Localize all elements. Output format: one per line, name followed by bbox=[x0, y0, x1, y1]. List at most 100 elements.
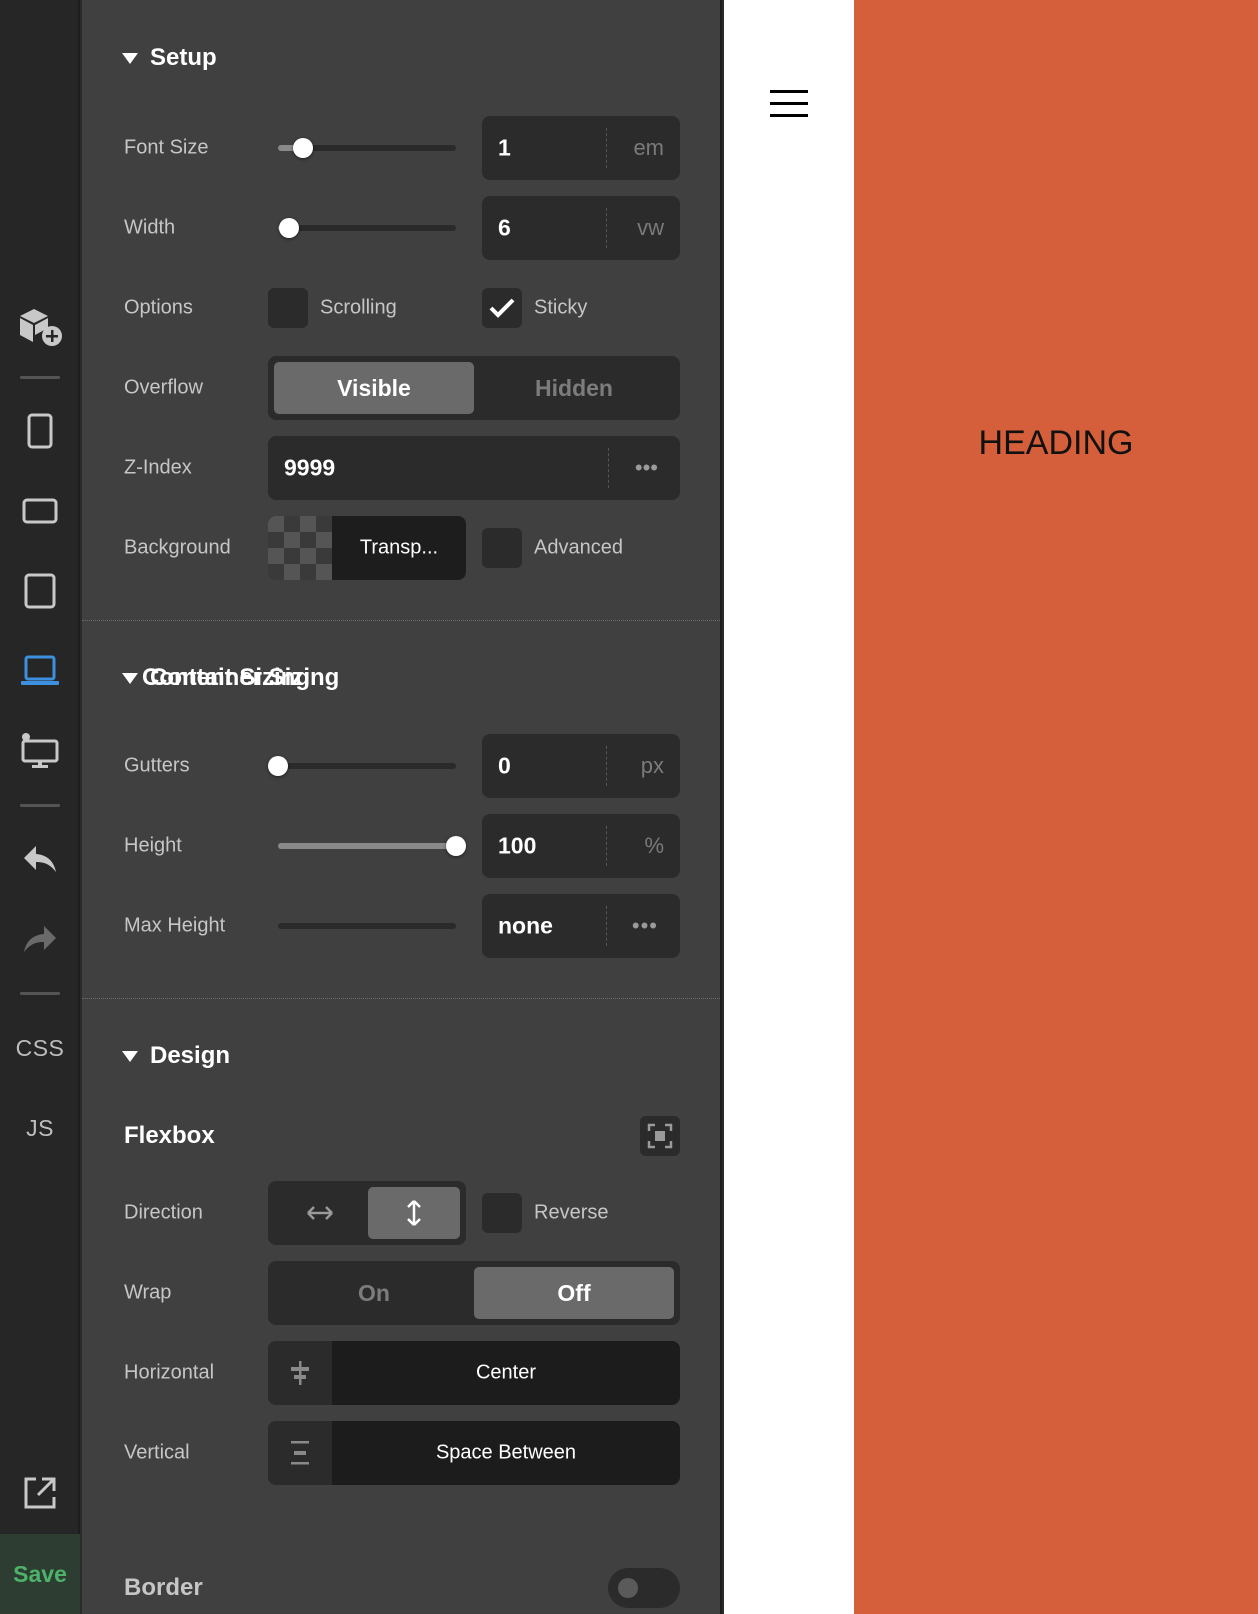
js-button[interactable]: JS bbox=[0, 1098, 80, 1158]
save-button[interactable]: Save bbox=[0, 1534, 80, 1614]
flexbox-focus-button[interactable] bbox=[640, 1116, 680, 1156]
gutters-field[interactable]: 0 px bbox=[482, 734, 680, 798]
undo-icon bbox=[24, 846, 56, 872]
phone-landscape-icon bbox=[22, 498, 58, 524]
toggle-knob bbox=[618, 1578, 638, 1598]
css-label: CSS bbox=[15, 1034, 65, 1061]
gutters-unit[interactable]: px bbox=[641, 753, 664, 779]
open-external-button[interactable] bbox=[0, 1463, 80, 1523]
slider-thumb[interactable] bbox=[292, 138, 313, 158]
wrap-off-option[interactable]: Off bbox=[474, 1267, 674, 1319]
add-block-button[interactable] bbox=[0, 296, 80, 356]
wrap-segmented-control: On Off bbox=[268, 1261, 680, 1325]
wrap-label: Wrap bbox=[124, 1281, 172, 1304]
container-sizing-section-header[interactable]: Content Sizing Container Sizing bbox=[122, 664, 339, 692]
font-size-label: Font Size bbox=[124, 136, 209, 159]
external-link-icon bbox=[24, 1477, 56, 1509]
advanced-checkbox[interactable] bbox=[482, 528, 522, 568]
direction-horizontal-option[interactable] bbox=[274, 1187, 366, 1239]
vertical-arrows-icon bbox=[407, 1200, 421, 1226]
css-button[interactable]: CSS bbox=[0, 1018, 80, 1078]
menu-bar bbox=[770, 114, 808, 117]
hamburger-menu-icon[interactable] bbox=[770, 88, 808, 120]
border-label: Border bbox=[124, 1574, 203, 1601]
add-block-icon bbox=[20, 309, 62, 346]
toolbar-separator bbox=[20, 992, 60, 995]
caret-down-icon bbox=[122, 1050, 138, 1062]
checkmark-icon bbox=[489, 298, 515, 318]
field-separator bbox=[606, 128, 607, 168]
laptop-view-button[interactable] bbox=[0, 641, 80, 701]
width-field[interactable]: 6 vw bbox=[482, 196, 680, 260]
slider-thumb[interactable] bbox=[278, 218, 299, 238]
sticky-checkbox[interactable] bbox=[482, 288, 522, 328]
height-unit[interactable]: % bbox=[644, 833, 664, 859]
background-label: Background bbox=[124, 536, 231, 559]
flexbox-heading: Flexbox bbox=[124, 1122, 215, 1149]
preview-nav-area bbox=[724, 0, 854, 1614]
background-value: Transp... bbox=[359, 536, 439, 559]
field-separator bbox=[606, 208, 607, 248]
field-separator bbox=[606, 906, 607, 946]
height-slider[interactable] bbox=[278, 836, 466, 856]
z-index-label: Z-Index bbox=[124, 456, 192, 479]
icon-well bbox=[268, 1421, 332, 1485]
slider-thumb[interactable] bbox=[446, 836, 466, 856]
background-color-picker[interactable]: Transp... bbox=[268, 516, 466, 580]
phone-portrait-view-button[interactable] bbox=[0, 401, 80, 461]
width-value: 6 bbox=[498, 214, 511, 241]
border-toggle[interactable] bbox=[608, 1568, 680, 1608]
vertical-align-select[interactable]: Space Between bbox=[268, 1421, 680, 1485]
phone-landscape-view-button[interactable] bbox=[0, 481, 80, 541]
horizontal-align-select[interactable]: Center bbox=[268, 1341, 680, 1405]
more-options-icon[interactable]: ••• bbox=[632, 913, 658, 939]
tablet-icon bbox=[24, 573, 56, 609]
menu-bar bbox=[770, 90, 808, 93]
setup-section-header[interactable]: Setup bbox=[122, 44, 217, 72]
more-options-icon[interactable]: ••• bbox=[635, 455, 658, 481]
overflow-hidden-option[interactable]: Hidden bbox=[474, 362, 674, 414]
design-section-header[interactable]: Design bbox=[122, 1042, 230, 1070]
tablet-view-button[interactable] bbox=[0, 561, 80, 621]
caret-down-icon bbox=[122, 672, 138, 684]
height-field[interactable]: 100 % bbox=[482, 814, 680, 878]
overflow-label: Overflow bbox=[124, 376, 203, 399]
preview-content-area: HEADING bbox=[854, 0, 1258, 1614]
focus-frame-icon bbox=[647, 1123, 673, 1149]
reverse-checkbox[interactable] bbox=[482, 1193, 522, 1233]
direction-vertical-option[interactable] bbox=[368, 1187, 460, 1239]
laptop-icon bbox=[21, 655, 59, 685]
slider-thumb[interactable] bbox=[268, 756, 288, 776]
font-size-slider[interactable] bbox=[278, 138, 456, 158]
font-size-value: 1 bbox=[498, 134, 511, 161]
wrap-on-option[interactable]: On bbox=[274, 1267, 474, 1319]
direction-segmented-control bbox=[268, 1181, 466, 1245]
gutters-slider[interactable] bbox=[268, 756, 456, 776]
reverse-label: Reverse bbox=[534, 1201, 609, 1224]
gutters-label: Gutters bbox=[124, 754, 190, 777]
desktop-icon bbox=[21, 733, 59, 768]
font-size-unit[interactable]: em bbox=[633, 135, 664, 161]
overflow-visible-option[interactable]: Visible bbox=[274, 362, 474, 414]
font-size-field[interactable]: 1 em bbox=[482, 116, 680, 180]
field-separator bbox=[606, 746, 607, 786]
z-index-field[interactable]: 9999 ••• bbox=[268, 436, 680, 500]
z-index-value: 9999 bbox=[284, 454, 336, 481]
direction-label: Direction bbox=[124, 1201, 203, 1224]
setup-title: Setup bbox=[150, 44, 217, 71]
width-slider[interactable] bbox=[278, 218, 456, 238]
scrolling-label: Scrolling bbox=[320, 296, 397, 319]
phone-portrait-icon bbox=[27, 413, 53, 449]
undo-button[interactable] bbox=[0, 830, 80, 890]
sticky-label: Sticky bbox=[534, 296, 588, 319]
width-unit[interactable]: vw bbox=[637, 215, 664, 241]
max-height-field[interactable]: none ••• bbox=[482, 894, 680, 958]
field-separator bbox=[608, 448, 609, 488]
desktop-view-button[interactable] bbox=[0, 721, 80, 781]
section-divider bbox=[82, 620, 720, 621]
redo-button[interactable] bbox=[0, 910, 80, 970]
scrolling-checkbox[interactable] bbox=[268, 288, 308, 328]
max-height-slider[interactable] bbox=[278, 923, 456, 929]
height-label: Height bbox=[124, 834, 182, 857]
field-separator bbox=[606, 826, 607, 866]
